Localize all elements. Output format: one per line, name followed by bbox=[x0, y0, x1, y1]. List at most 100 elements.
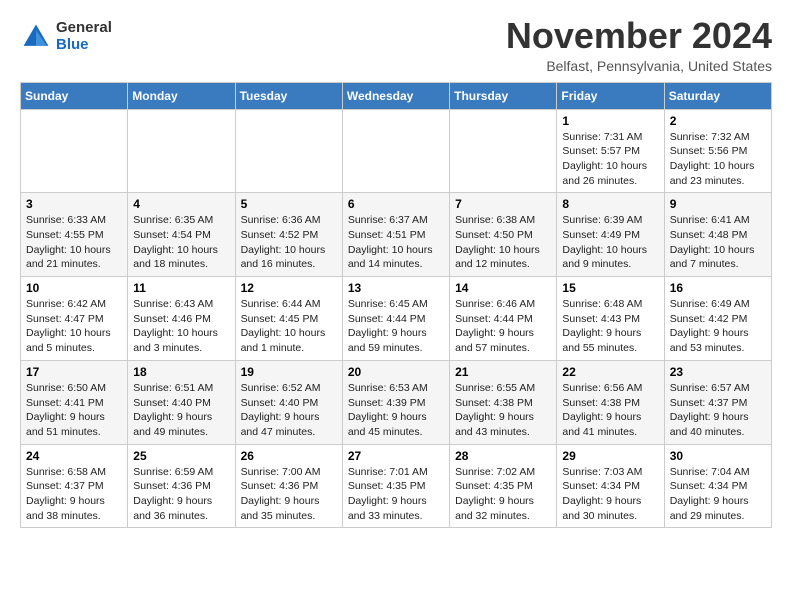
calendar-week-row: 17 Sunrise: 6:50 AM Sunset: 4:41 PM Dayli… bbox=[21, 360, 772, 444]
day-number: 20 bbox=[348, 365, 444, 379]
calendar-cell: 1 Sunrise: 7:31 AM Sunset: 5:57 PM Daylig… bbox=[557, 109, 664, 193]
day-number: 27 bbox=[348, 449, 444, 463]
day-info: Sunrise: 6:46 AM Sunset: 4:44 PM Dayligh… bbox=[455, 297, 551, 356]
calendar-cell: 10Sunrise: 6:42 AM Sunset: 4:47 PM Dayli… bbox=[21, 277, 128, 361]
page-header: General Blue November 2024 Belfast, Penn… bbox=[20, 16, 772, 74]
day-number: 14 bbox=[455, 281, 551, 295]
day-number: 24 bbox=[26, 449, 122, 463]
calendar-cell: 3 Sunrise: 6:33 AM Sunset: 4:55 PM Daylig… bbox=[21, 193, 128, 277]
calendar-header-row: SundayMondayTuesdayWednesdayThursdayFrid… bbox=[21, 82, 772, 109]
day-info: Sunrise: 6:33 AM Sunset: 4:55 PM Dayligh… bbox=[26, 213, 122, 272]
title-section: November 2024 Belfast, Pennsylvania, Uni… bbox=[506, 16, 772, 74]
calendar-cell: 22 Sunrise: 6:56 AM Sunset: 4:38 PM Dayli… bbox=[557, 360, 664, 444]
calendar-cell: 4 Sunrise: 6:35 AM Sunset: 4:54 PM Daylig… bbox=[128, 193, 235, 277]
day-info: Sunrise: 7:32 AM Sunset: 5:56 PM Dayligh… bbox=[670, 130, 766, 189]
day-info: Sunrise: 7:31 AM Sunset: 5:57 PM Dayligh… bbox=[562, 130, 658, 189]
day-info: Sunrise: 6:52 AM Sunset: 4:40 PM Dayligh… bbox=[241, 381, 337, 440]
day-info: Sunrise: 6:57 AM Sunset: 4:37 PM Dayligh… bbox=[670, 381, 766, 440]
day-number: 3 bbox=[26, 197, 122, 211]
calendar-cell: 20 Sunrise: 6:53 AM Sunset: 4:39 PM Dayli… bbox=[342, 360, 449, 444]
calendar-cell bbox=[21, 109, 128, 193]
day-number: 13 bbox=[348, 281, 444, 295]
day-number: 11 bbox=[133, 281, 229, 295]
calendar-week-row: 3 Sunrise: 6:33 AM Sunset: 4:55 PM Daylig… bbox=[21, 193, 772, 277]
day-number: 5 bbox=[241, 197, 337, 211]
calendar-cell: 15 Sunrise: 6:48 AM Sunset: 4:43 PM Dayli… bbox=[557, 277, 664, 361]
weekday-header-wednesday: Wednesday bbox=[342, 82, 449, 109]
calendar-cell: 14 Sunrise: 6:46 AM Sunset: 4:44 PM Dayli… bbox=[450, 277, 557, 361]
logo-icon bbox=[20, 21, 52, 53]
day-info: Sunrise: 6:48 AM Sunset: 4:43 PM Dayligh… bbox=[562, 297, 658, 356]
day-number: 9 bbox=[670, 197, 766, 211]
day-number: 12 bbox=[241, 281, 337, 295]
day-info: Sunrise: 6:50 AM Sunset: 4:41 PM Dayligh… bbox=[26, 381, 122, 440]
day-number: 29 bbox=[562, 449, 658, 463]
day-info: Sunrise: 6:41 AM Sunset: 4:48 PM Dayligh… bbox=[670, 213, 766, 272]
day-info: Sunrise: 6:49 AM Sunset: 4:42 PM Dayligh… bbox=[670, 297, 766, 356]
calendar-cell bbox=[450, 109, 557, 193]
calendar-cell: 28Sunrise: 7:02 AM Sunset: 4:35 PM Dayli… bbox=[450, 444, 557, 528]
calendar-cell: 24 Sunrise: 6:58 AM Sunset: 4:37 PM Dayli… bbox=[21, 444, 128, 528]
calendar-cell: 30 Sunrise: 7:04 AM Sunset: 4:34 PM Dayli… bbox=[664, 444, 771, 528]
day-info: Sunrise: 6:45 AM Sunset: 4:44 PM Dayligh… bbox=[348, 297, 444, 356]
day-info: Sunrise: 7:03 AM Sunset: 4:34 PM Dayligh… bbox=[562, 465, 658, 524]
day-info: Sunrise: 6:36 AM Sunset: 4:52 PM Dayligh… bbox=[241, 213, 337, 272]
day-number: 15 bbox=[562, 281, 658, 295]
calendar-cell: 29 Sunrise: 7:03 AM Sunset: 4:34 PM Dayli… bbox=[557, 444, 664, 528]
day-info: Sunrise: 6:43 AM Sunset: 4:46 PM Dayligh… bbox=[133, 297, 229, 356]
day-number: 19 bbox=[241, 365, 337, 379]
calendar-cell: 13 Sunrise: 6:45 AM Sunset: 4:44 PM Dayli… bbox=[342, 277, 449, 361]
day-number: 8 bbox=[562, 197, 658, 211]
calendar-cell: 6Sunrise: 6:37 AM Sunset: 4:51 PM Daylig… bbox=[342, 193, 449, 277]
day-number: 6 bbox=[348, 197, 444, 211]
day-number: 22 bbox=[562, 365, 658, 379]
day-info: Sunrise: 6:51 AM Sunset: 4:40 PM Dayligh… bbox=[133, 381, 229, 440]
day-info: Sunrise: 7:01 AM Sunset: 4:35 PM Dayligh… bbox=[348, 465, 444, 524]
day-info: Sunrise: 6:53 AM Sunset: 4:39 PM Dayligh… bbox=[348, 381, 444, 440]
day-info: Sunrise: 6:55 AM Sunset: 4:38 PM Dayligh… bbox=[455, 381, 551, 440]
calendar-cell bbox=[128, 109, 235, 193]
weekday-header-tuesday: Tuesday bbox=[235, 82, 342, 109]
calendar-cell: 23 Sunrise: 6:57 AM Sunset: 4:37 PM Dayli… bbox=[664, 360, 771, 444]
weekday-header-sunday: Sunday bbox=[21, 82, 128, 109]
weekday-header-friday: Friday bbox=[557, 82, 664, 109]
day-number: 21 bbox=[455, 365, 551, 379]
day-info: Sunrise: 6:56 AM Sunset: 4:38 PM Dayligh… bbox=[562, 381, 658, 440]
calendar-cell: 26Sunrise: 7:00 AM Sunset: 4:36 PM Dayli… bbox=[235, 444, 342, 528]
day-info: Sunrise: 6:38 AM Sunset: 4:50 PM Dayligh… bbox=[455, 213, 551, 272]
day-number: 16 bbox=[670, 281, 766, 295]
day-number: 7 bbox=[455, 197, 551, 211]
day-info: Sunrise: 7:04 AM Sunset: 4:34 PM Dayligh… bbox=[670, 465, 766, 524]
day-number: 18 bbox=[133, 365, 229, 379]
day-number: 4 bbox=[133, 197, 229, 211]
day-number: 1 bbox=[562, 114, 658, 128]
calendar-cell: 18 Sunrise: 6:51 AM Sunset: 4:40 PM Dayli… bbox=[128, 360, 235, 444]
month-title: November 2024 bbox=[506, 16, 772, 56]
weekday-header-thursday: Thursday bbox=[450, 82, 557, 109]
calendar-cell bbox=[235, 109, 342, 193]
calendar-cell: 16 Sunrise: 6:49 AM Sunset: 4:42 PM Dayli… bbox=[664, 277, 771, 361]
day-info: Sunrise: 6:42 AM Sunset: 4:47 PM Dayligh… bbox=[26, 297, 122, 356]
day-number: 17 bbox=[26, 365, 122, 379]
calendar-cell bbox=[342, 109, 449, 193]
logo: General Blue bbox=[20, 20, 112, 53]
calendar-cell: 8Sunrise: 6:39 AM Sunset: 4:49 PM Daylig… bbox=[557, 193, 664, 277]
calendar-cell: 21 Sunrise: 6:55 AM Sunset: 4:38 PM Dayli… bbox=[450, 360, 557, 444]
calendar-cell: 7 Sunrise: 6:38 AM Sunset: 4:50 PM Daylig… bbox=[450, 193, 557, 277]
day-info: Sunrise: 6:35 AM Sunset: 4:54 PM Dayligh… bbox=[133, 213, 229, 272]
day-number: 23 bbox=[670, 365, 766, 379]
weekday-header-monday: Monday bbox=[128, 82, 235, 109]
calendar-cell: 2 Sunrise: 7:32 AM Sunset: 5:56 PM Daylig… bbox=[664, 109, 771, 193]
calendar-week-row: 24 Sunrise: 6:58 AM Sunset: 4:37 PM Dayli… bbox=[21, 444, 772, 528]
day-number: 28 bbox=[455, 449, 551, 463]
day-info: Sunrise: 6:59 AM Sunset: 4:36 PM Dayligh… bbox=[133, 465, 229, 524]
calendar-cell: 9 Sunrise: 6:41 AM Sunset: 4:48 PM Daylig… bbox=[664, 193, 771, 277]
day-info: Sunrise: 6:58 AM Sunset: 4:37 PM Dayligh… bbox=[26, 465, 122, 524]
day-number: 26 bbox=[241, 449, 337, 463]
calendar-table: SundayMondayTuesdayWednesdayThursdayFrid… bbox=[20, 82, 772, 529]
calendar-cell: 19 Sunrise: 6:52 AM Sunset: 4:40 PM Dayli… bbox=[235, 360, 342, 444]
day-number: 30 bbox=[670, 449, 766, 463]
calendar-cell: 5 Sunrise: 6:36 AM Sunset: 4:52 PM Daylig… bbox=[235, 193, 342, 277]
day-number: 2 bbox=[670, 114, 766, 128]
calendar-cell: 17 Sunrise: 6:50 AM Sunset: 4:41 PM Dayli… bbox=[21, 360, 128, 444]
